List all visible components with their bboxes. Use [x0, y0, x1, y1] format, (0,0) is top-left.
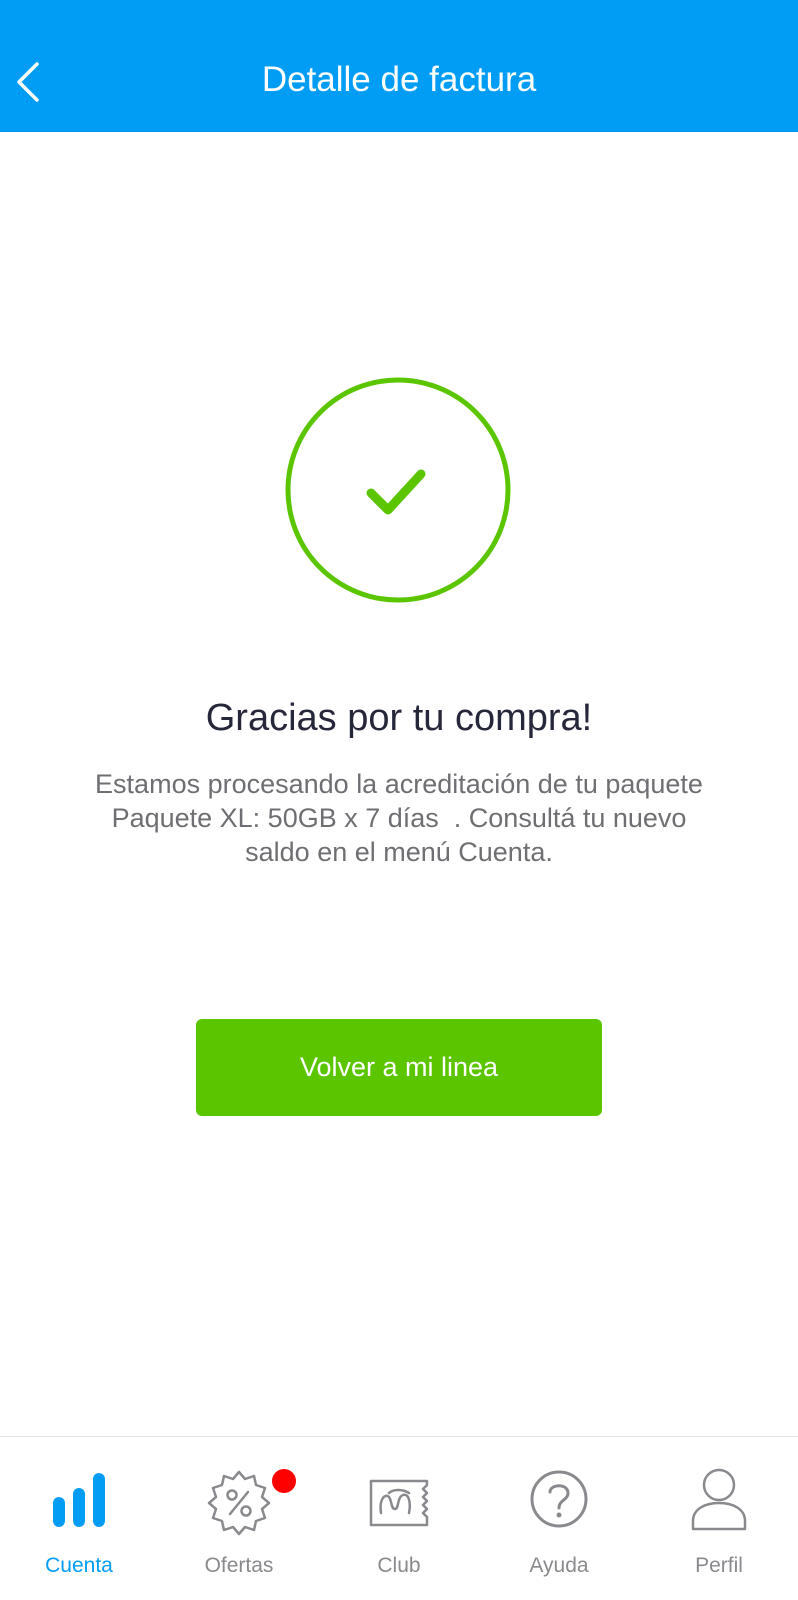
- success-message-line: Paquete XL: 50GB x 7 días . Consultá tu …: [111, 803, 687, 833]
- app-header: Detalle de factura: [0, 0, 798, 132]
- tab-label: Club: [377, 1554, 421, 1577]
- tab-label: Perfil: [695, 1554, 743, 1577]
- discount-badge-icon: [207, 1470, 271, 1536]
- bar-chart-icon: [53, 1473, 105, 1527]
- success-check-icon: [285, 377, 511, 603]
- bottom-tab-bar: Cuenta Ofertas Club Ayuda Perfil: [0, 1436, 798, 1600]
- tab-perfil[interactable]: Perfil: [649, 1437, 789, 1600]
- back-to-line-button[interactable]: Volver a mi linea: [196, 1019, 602, 1116]
- tab-ayuda[interactable]: Ayuda: [489, 1437, 629, 1600]
- success-message: Estamos procesando la acreditación de tu…: [50, 767, 748, 869]
- user-icon: [691, 1468, 747, 1531]
- success-title: Gracias por tu compra!: [205, 697, 593, 739]
- tab-club[interactable]: Club: [329, 1437, 469, 1600]
- notification-badge: [272, 1469, 296, 1493]
- help-circle-icon: [530, 1470, 588, 1528]
- tab-ofertas[interactable]: Ofertas: [169, 1437, 309, 1600]
- page-title: Detalle de factura: [261, 60, 537, 99]
- tab-label: Ayuda: [529, 1554, 589, 1577]
- tab-label: Ofertas: [204, 1554, 274, 1577]
- tab-label: Cuenta: [45, 1554, 113, 1577]
- ticket-icon: [369, 1479, 429, 1527]
- purchase-success-screen: Detalle de factura Gracias por tu compra…: [0, 0, 798, 1600]
- success-message-line: saldo en el menú Cuenta.: [245, 837, 553, 867]
- success-message-line: Estamos procesando la acreditación de tu…: [95, 769, 703, 799]
- tab-cuenta[interactable]: Cuenta: [9, 1437, 149, 1600]
